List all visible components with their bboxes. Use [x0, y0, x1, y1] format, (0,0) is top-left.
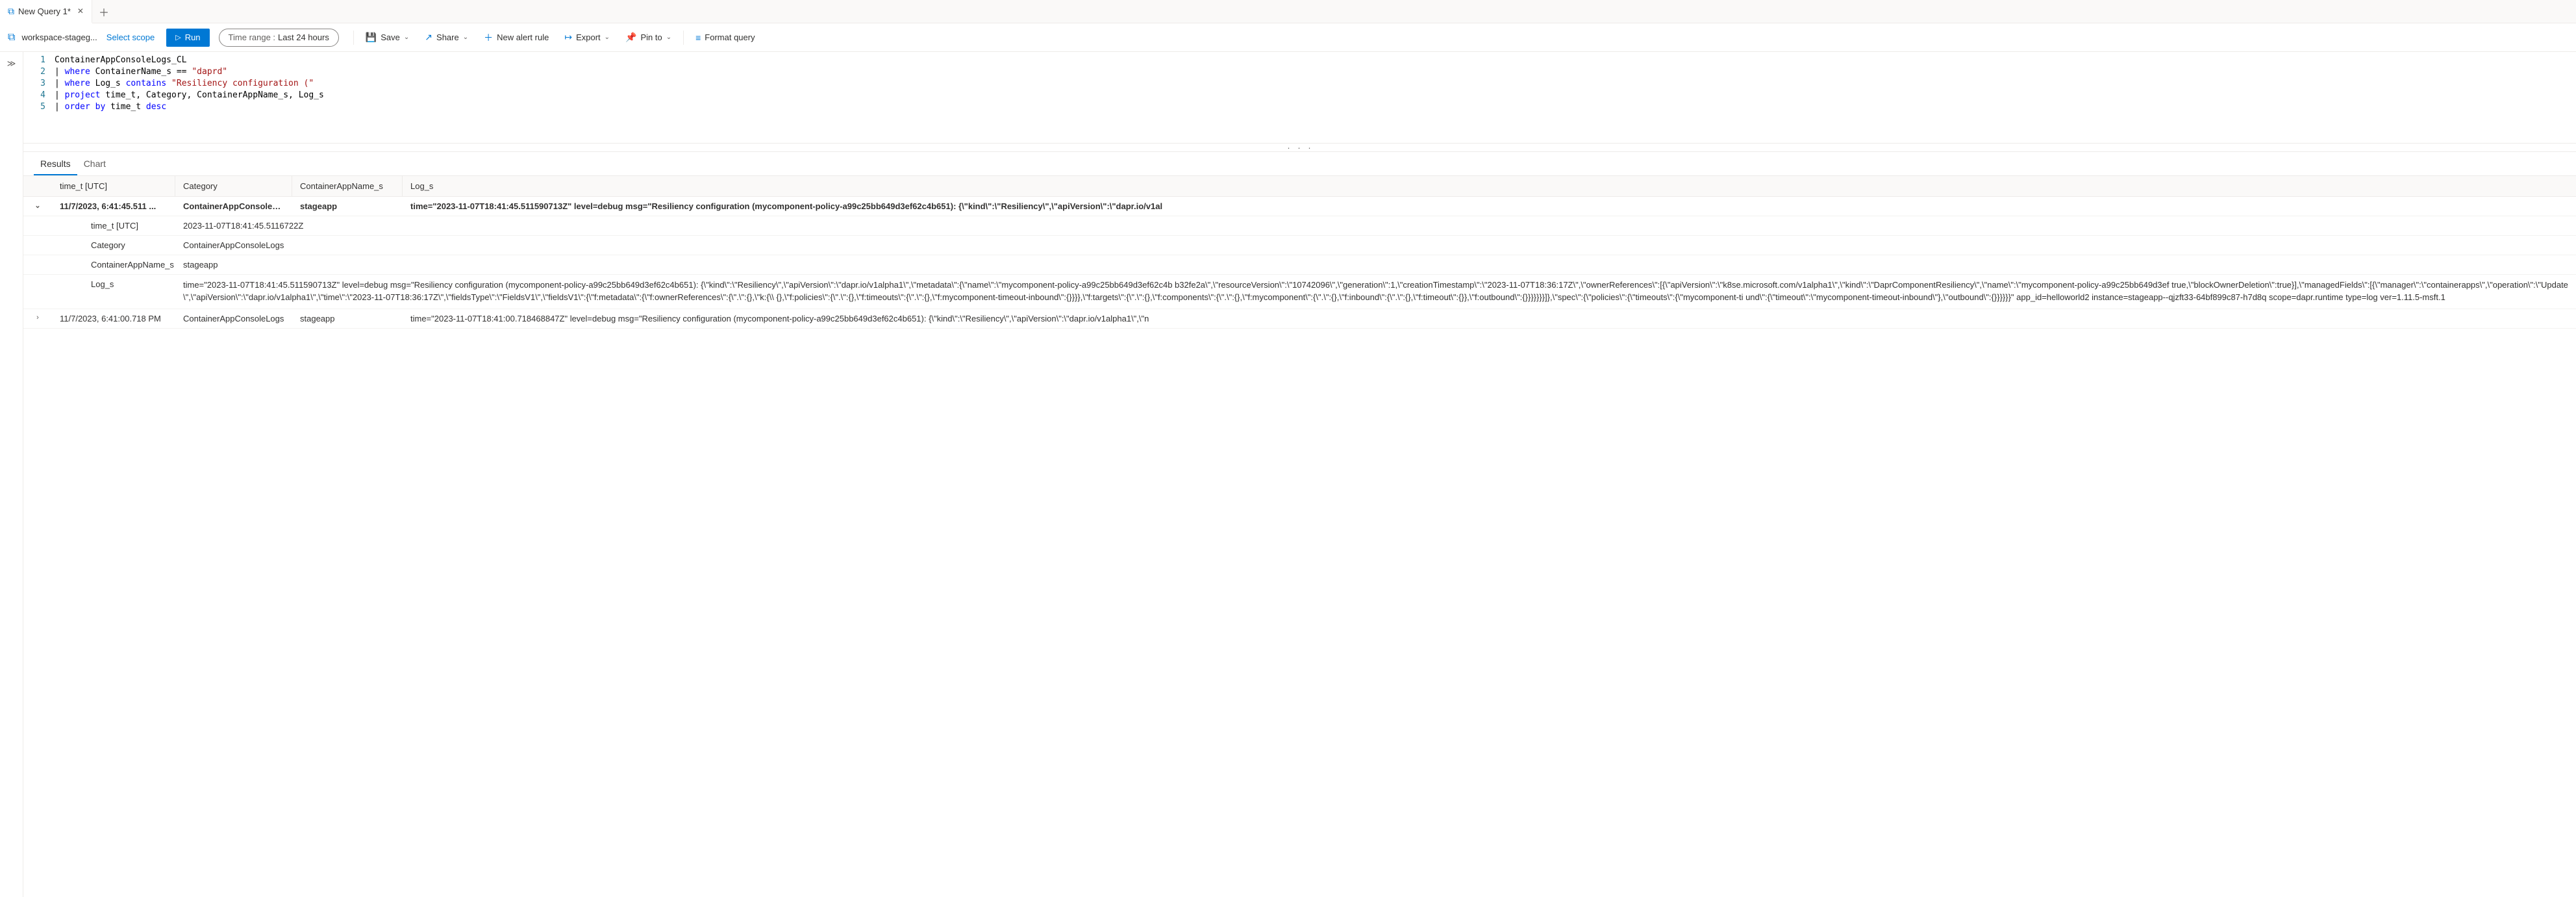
- cell-app: stageapp: [292, 309, 403, 328]
- collapse-icon[interactable]: ⌄: [23, 197, 52, 216]
- new-alert-label: New alert rule: [497, 32, 549, 42]
- workspace-icon: ⧉: [8, 32, 15, 44]
- resize-handle[interactable]: . . .: [23, 143, 2576, 152]
- editor-line: 4 | project time_t, Category, ContainerA…: [23, 90, 2576, 101]
- line-number: 3: [23, 78, 55, 90]
- col-header-app[interactable]: ContainerAppName_s: [292, 176, 403, 196]
- toolbar: ⧉ workspace-stageg... Select scope ▷ Run…: [0, 23, 2576, 52]
- separator: [353, 31, 354, 45]
- results-area: Results Chart time_t [UTC] Category Cont…: [23, 152, 2576, 897]
- sidebar-collapsed: ≫: [0, 52, 23, 897]
- share-button[interactable]: ↗ Share ⌄: [418, 29, 475, 47]
- pin-button[interactable]: 📌 Pin to ⌄: [619, 29, 678, 47]
- detail-key: Category: [52, 236, 175, 255]
- export-icon: ↦: [564, 32, 572, 43]
- editor-line: 1 ContainerAppConsoleLogs_CL: [23, 55, 2576, 66]
- code-line: | where ContainerName_s == "daprd": [55, 66, 227, 78]
- table-row[interactable]: ⌄ 11/7/2023, 6:41:45.511 ... ContainerAp…: [23, 197, 2576, 216]
- detail-value: 2023-11-07T18:41:45.5116722Z: [175, 216, 2576, 235]
- query-tab[interactable]: ⧉ New Query 1* ✕: [0, 0, 92, 23]
- time-range-value: Last 24 hours: [278, 32, 329, 42]
- run-button[interactable]: ▷ Run: [166, 29, 209, 47]
- chevron-down-icon: ⌄: [404, 34, 409, 41]
- share-icon: ↗: [425, 32, 432, 43]
- detail-row: Log_s time="2023-11-07T18:41:45.51159071…: [23, 275, 2576, 309]
- cell-time: 11/7/2023, 6:41:45.511 ...: [52, 197, 175, 216]
- save-label: Save: [381, 32, 400, 42]
- pin-label: Pin to: [640, 32, 662, 42]
- play-icon: ▷: [175, 33, 181, 42]
- body: ≫ 1 ContainerAppConsoleLogs_CL 2 | where…: [0, 52, 2576, 897]
- query-tab-icon: ⧉: [8, 6, 14, 17]
- line-number: 1: [23, 55, 55, 66]
- main: 1 ContainerAppConsoleLogs_CL 2 | where C…: [23, 52, 2576, 897]
- pin-icon: 📌: [625, 32, 636, 43]
- time-range-label: Time range :: [229, 32, 276, 42]
- format-icon: ≡: [695, 32, 701, 43]
- code-line: | order by time_t desc: [55, 101, 166, 113]
- detail-row: time_t [UTC] 2023-11-07T18:41:45.5116722…: [23, 216, 2576, 236]
- workspace-name[interactable]: workspace-stageg...: [21, 32, 97, 42]
- detail-row: Category ContainerAppConsoleLogs: [23, 236, 2576, 255]
- separator: [683, 31, 684, 45]
- grid-header: time_t [UTC] Category ContainerAppName_s…: [23, 175, 2576, 197]
- line-number: 5: [23, 101, 55, 113]
- detail-key: ContainerAppName_s: [52, 255, 175, 274]
- new-alert-button[interactable]: ＋ New alert rule: [477, 29, 555, 47]
- time-range-picker[interactable]: Time range : Last 24 hours: [219, 29, 339, 47]
- cell-category: ContainerAppConsoleLogs: [175, 197, 292, 216]
- col-header-log[interactable]: Log_s: [403, 176, 2576, 196]
- code-line: ContainerAppConsoleLogs_CL: [55, 55, 187, 66]
- tab-strip: ⧉ New Query 1* ✕ ＋: [0, 0, 2576, 23]
- line-number: 2: [23, 66, 55, 78]
- line-number: 4: [23, 90, 55, 101]
- run-label: Run: [185, 32, 201, 42]
- detail-value: ContainerAppConsoleLogs: [175, 236, 2576, 255]
- code-line: | where Log_s contains "Resiliency confi…: [55, 78, 314, 90]
- query-tab-title: New Query 1*: [18, 6, 71, 16]
- detail-key: time_t [UTC]: [52, 216, 175, 235]
- detail-key: Log_s: [52, 275, 175, 309]
- select-scope-link[interactable]: Select scope: [106, 32, 155, 42]
- editor-line: 2 | where ContainerName_s == "daprd": [23, 66, 2576, 78]
- col-header-category[interactable]: Category: [175, 176, 292, 196]
- close-tab-icon[interactable]: ✕: [77, 6, 84, 16]
- add-tab-button[interactable]: ＋: [92, 4, 116, 19]
- cell-category: ContainerAppConsoleLogs: [175, 309, 292, 328]
- format-label: Format query: [705, 32, 755, 42]
- result-tabs: Results Chart: [23, 152, 2576, 175]
- plus-icon: ＋: [484, 31, 493, 44]
- chevron-down-icon: ⌄: [463, 34, 468, 41]
- detail-value: time="2023-11-07T18:41:45.511590713Z" le…: [175, 275, 2576, 309]
- editor-line: 3 | where Log_s contains "Resiliency con…: [23, 78, 2576, 90]
- export-button[interactable]: ↦ Export ⌄: [558, 29, 616, 47]
- export-label: Export: [576, 32, 601, 42]
- col-header-time[interactable]: time_t [UTC]: [52, 176, 175, 196]
- editor-line: 5 | order by time_t desc: [23, 101, 2576, 113]
- cell-app: stageapp: [292, 197, 403, 216]
- save-icon: 💾: [366, 32, 377, 43]
- expand-sidebar-icon[interactable]: ≫: [7, 58, 16, 897]
- query-editor[interactable]: 1 ContainerAppConsoleLogs_CL 2 | where C…: [23, 52, 2576, 152]
- format-query-button[interactable]: ≡ Format query: [689, 29, 761, 47]
- chevron-down-icon: ⌄: [666, 34, 671, 41]
- detail-row: ContainerAppName_s stageapp: [23, 255, 2576, 275]
- detail-value: stageapp: [175, 255, 2576, 274]
- col-expander: [23, 176, 52, 196]
- share-label: Share: [436, 32, 459, 42]
- code-line: | project time_t, Category, ContainerApp…: [55, 90, 324, 101]
- expand-icon[interactable]: ›: [23, 309, 52, 328]
- cell-time: 11/7/2023, 6:41:00.718 PM: [52, 309, 175, 328]
- save-button[interactable]: 💾 Save ⌄: [359, 29, 416, 47]
- table-row[interactable]: › 11/7/2023, 6:41:00.718 PM ContainerApp…: [23, 309, 2576, 329]
- cell-log: time="2023-11-07T18:41:00.718468847Z" le…: [403, 309, 2576, 328]
- chevron-down-icon: ⌄: [605, 34, 610, 41]
- cell-log: time="2023-11-07T18:41:45.511590713Z" le…: [403, 197, 2576, 216]
- resize-dots: . . .: [1286, 142, 1312, 153]
- tab-results[interactable]: Results: [34, 152, 77, 175]
- tab-chart[interactable]: Chart: [77, 152, 112, 175]
